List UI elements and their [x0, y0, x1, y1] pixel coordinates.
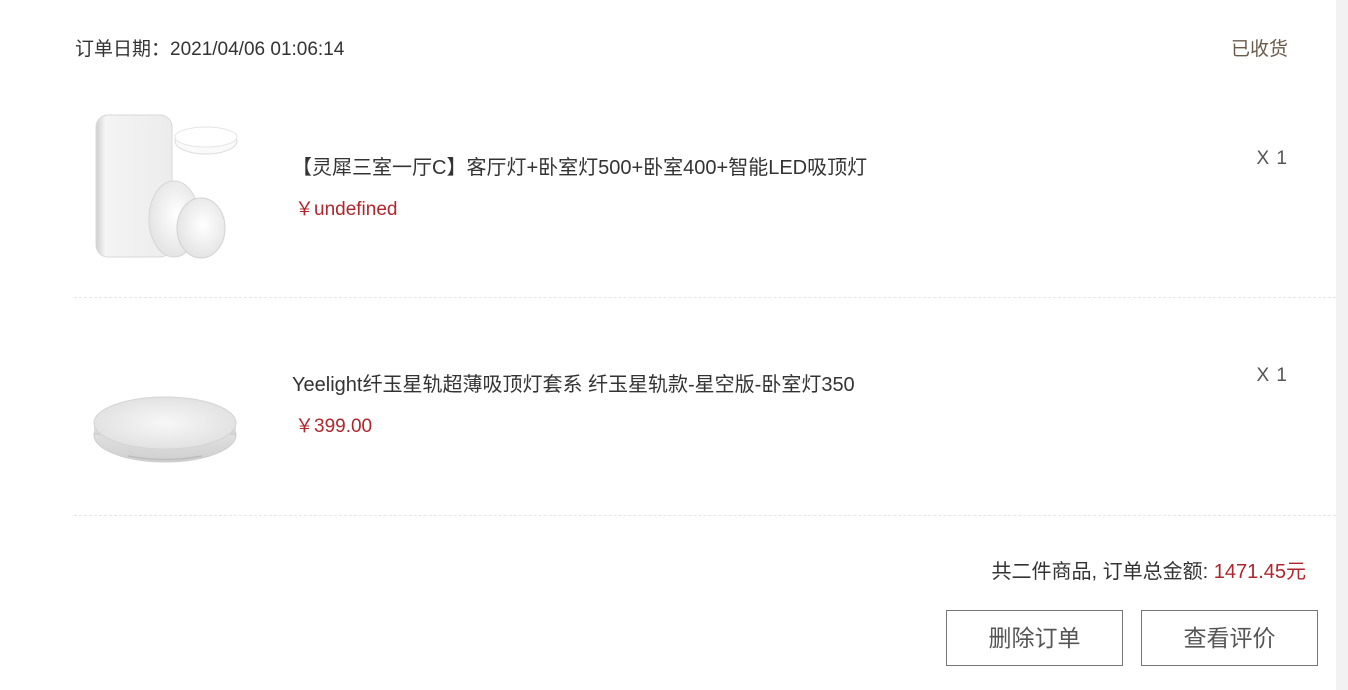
item-quantity: X 1: [1256, 365, 1288, 386]
order-item: Yeelight纤玉星轨超薄吸顶灯套系 纤玉星轨款-星空版-卧室灯350 ￥39…: [74, 299, 1336, 516]
item-price: ￥399.00: [295, 416, 373, 437]
item-price: ￥undefined: [295, 199, 398, 220]
item-name[interactable]: Yeelight纤玉星轨超薄吸顶灯套系 纤玉星轨款-星空版-卧室灯350: [292, 368, 855, 397]
item-name[interactable]: 【灵犀三室一厅C】客厅灯+卧室灯500+卧室400+智能LED吸顶灯: [292, 151, 867, 180]
ceiling-light-set-image[interactable]: [88, 109, 242, 265]
order-header: 订单日期：2021/04/06 01:06:14 已收货: [75, 34, 1288, 60]
order-status: 已收货: [1230, 39, 1288, 60]
summary-label: 共二件商品, 订单总金额:: [991, 561, 1214, 583]
order-item: 【灵犀三室一厅C】客厅灯+卧室灯500+卧室400+智能LED吸顶灯 ￥unde…: [74, 81, 1336, 298]
order-date: 订单日期：2021/04/06 01:06:14: [75, 39, 345, 60]
view-review-button[interactable]: 查看评价: [1141, 610, 1318, 666]
order-summary: 共二件商品, 订单总金额: 1471.45元: [991, 555, 1306, 584]
round-ceiling-light-image[interactable]: [88, 327, 242, 483]
order-card: 订单日期：2021/04/06 01:06:14 已收货 【灵犀三室一厅C】客厅…: [0, 0, 1348, 690]
item-quantity: X 1: [1256, 148, 1288, 169]
delete-order-button[interactable]: 删除订单: [946, 610, 1123, 666]
scrollbar-track[interactable]: [1336, 0, 1348, 690]
order-total: 1471.45元: [1213, 561, 1306, 583]
